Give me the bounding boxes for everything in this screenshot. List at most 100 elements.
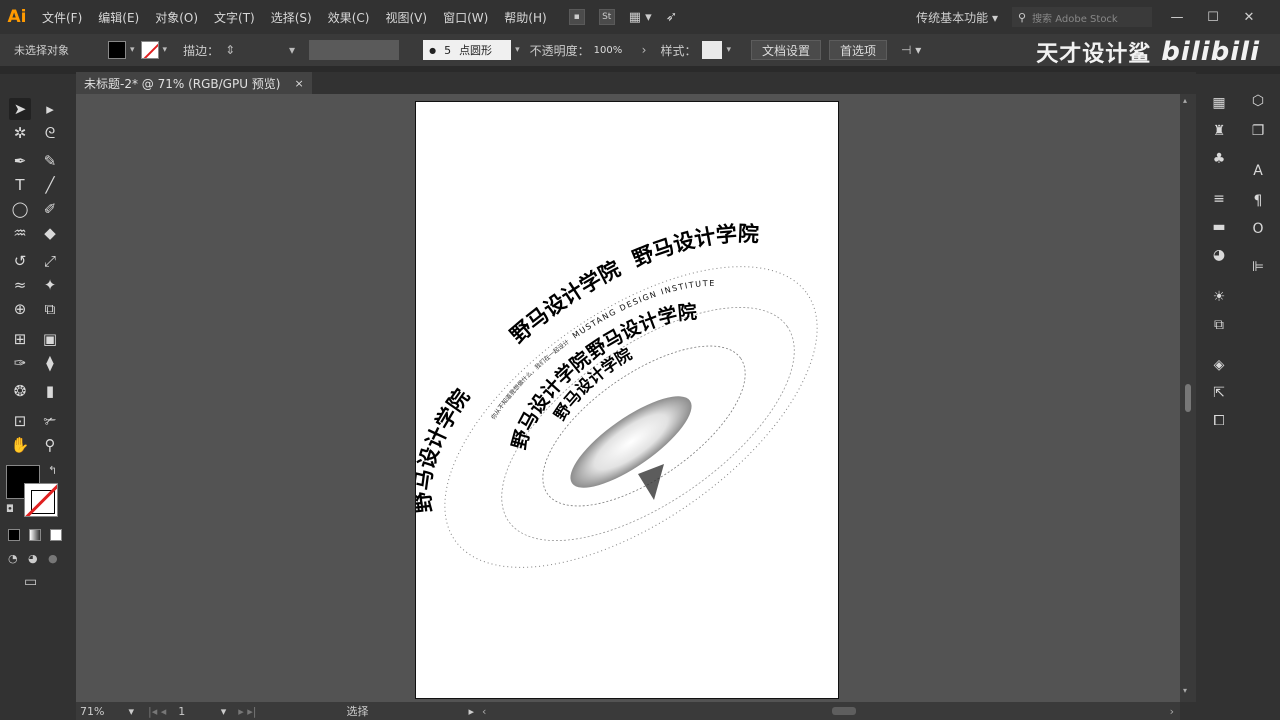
artboard[interactable]: 野马设计学院 野马设计学院 野马设计学院 你从不知道我想做什么，我们在一起设计 …: [416, 102, 838, 698]
gradient-icon[interactable]: ▣: [39, 328, 61, 350]
opentype-icon[interactable]: O: [1247, 218, 1269, 240]
stepper-icon[interactable]: ⇕: [225, 43, 235, 57]
graph-icon[interactable]: ▮: [39, 380, 61, 402]
graphic-style-swatch[interactable]: [702, 41, 723, 59]
eraser-icon[interactable]: ◆: [39, 222, 61, 244]
zoom-icon[interactable]: ⚲: [39, 434, 61, 456]
character-icon[interactable]: A: [1247, 160, 1269, 182]
line-icon[interactable]: ╱: [39, 174, 61, 196]
last-artboard-icon[interactable]: ▸ ▸|: [238, 705, 256, 718]
stroke-weight-field[interactable]: ⇕ ▾: [219, 40, 300, 60]
chevron-down-icon[interactable]: ▾: [221, 705, 227, 718]
stock-icon[interactable]: St: [598, 9, 615, 25]
artboard-icon[interactable]: ⊡: [9, 410, 31, 432]
align-panel-icon[interactable]: ⊫: [1247, 256, 1269, 278]
scroll-right-icon[interactable]: ›: [1170, 705, 1174, 718]
chevron-right-icon[interactable]: ›: [642, 43, 647, 57]
shaper-icon[interactable]: ♒: [9, 222, 31, 244]
none-mode-icon[interactable]: [50, 529, 62, 541]
magic-wand-icon[interactable]: ✲: [9, 122, 31, 144]
screen-mode-icon[interactable]: ▭: [24, 574, 37, 590]
bridge-icon[interactable]: ▪: [568, 9, 585, 25]
status-menu-icon[interactable]: ▸: [469, 705, 475, 718]
default-colors-icon[interactable]: ◘: [6, 504, 14, 515]
chevron-down-icon[interactable]: ▾: [289, 43, 295, 57]
scroll-up-icon[interactable]: ▴: [1183, 96, 1187, 105]
scroll-down-icon[interactable]: ▾: [1183, 686, 1187, 695]
color-mode-icon[interactable]: [8, 529, 20, 541]
chevron-down-icon[interactable]: ▾: [726, 45, 731, 55]
vertical-scroll-thumb[interactable]: [1185, 384, 1191, 412]
menu-edit[interactable]: 编辑(E): [90, 9, 147, 26]
align-icon[interactable]: ⊣ ▾: [901, 43, 921, 57]
appearance-icon[interactable]: ☀: [1208, 286, 1230, 308]
puppet-warp-icon[interactable]: ✦: [39, 274, 61, 296]
arrange-documents-icon[interactable]: ▦ ▾: [629, 10, 652, 25]
width-icon[interactable]: ≈: [9, 274, 31, 296]
workspace-switcher[interactable]: 传统基本功能 ▾: [916, 9, 998, 26]
fill-swatch[interactable]: [108, 41, 126, 59]
shape-builder-icon[interactable]: ⊕: [9, 298, 31, 320]
libraries-icon[interactable]: ▦: [1208, 92, 1230, 114]
draw-inside-icon[interactable]: ●: [48, 552, 58, 565]
gpu-performance-icon[interactable]: ➶: [666, 9, 678, 25]
scale-icon[interactable]: ⤢: [39, 250, 61, 272]
stroke-color-swatch[interactable]: [24, 483, 58, 517]
symbols-icon[interactable]: ♣: [1208, 148, 1230, 170]
blend-icon[interactable]: ⧫: [39, 352, 61, 374]
transparency-icon[interactable]: ◕: [1208, 244, 1230, 266]
chevron-down-icon[interactable]: ▾: [130, 45, 135, 55]
chevron-down-icon[interactable]: ▾: [128, 705, 134, 718]
minimize-button[interactable]: —: [1166, 10, 1188, 25]
document-tab[interactable]: 未标题-2* @ 71% (RGB/GPU 预览) ×: [76, 72, 312, 94]
pen-icon[interactable]: ✒: [9, 150, 31, 172]
vertical-scrollbar[interactable]: ▴ ▾: [1180, 94, 1196, 702]
stock-search[interactable]: ⚲ 搜索 Adobe Stock: [1012, 7, 1152, 27]
gradient-panel-icon[interactable]: ▬: [1208, 216, 1230, 238]
stroke-swatch[interactable]: [140, 41, 159, 59]
menu-select[interactable]: 选择(S): [263, 9, 320, 26]
rotate-icon[interactable]: ↺: [9, 250, 31, 272]
document-setup-button[interactable]: 文档设置: [750, 40, 821, 60]
symbol-sprayer-icon[interactable]: ❂: [9, 380, 31, 402]
draw-behind-icon[interactable]: ◕: [28, 552, 38, 565]
paragraph-icon[interactable]: ¶: [1247, 190, 1269, 212]
eyedropper-icon[interactable]: ✑: [9, 352, 31, 374]
export-icon[interactable]: ⇱: [1208, 382, 1230, 404]
chevron-down-icon[interactable]: ▾: [163, 45, 168, 55]
lasso-icon[interactable]: ᘓ: [39, 122, 61, 144]
horizontal-scroll-thumb[interactable]: [832, 707, 856, 715]
perspective-icon[interactable]: ⧉: [39, 298, 61, 320]
swap-colors-icon[interactable]: ↰: [48, 464, 57, 477]
menu-type[interactable]: 文字(T): [206, 9, 263, 26]
slice-icon[interactable]: ✃: [39, 410, 61, 432]
maximize-button[interactable]: ☐: [1202, 10, 1224, 25]
ellipse-icon[interactable]: ◯: [9, 198, 31, 220]
zoom-field[interactable]: 71% ▾: [76, 705, 140, 718]
menu-help[interactable]: 帮助(H): [496, 9, 554, 26]
brush-definition-field[interactable]: ● 5 点圆形: [423, 40, 512, 60]
type-icon[interactable]: T: [9, 174, 31, 196]
paintbrush-icon[interactable]: ✐: [39, 198, 61, 220]
menu-window[interactable]: 窗口(W): [435, 9, 496, 26]
artboard-number-field[interactable]: 1 ▾: [174, 705, 230, 718]
variable-width-profile[interactable]: [309, 40, 400, 60]
artboards-icon[interactable]: ⧠: [1208, 410, 1230, 432]
preferences-button[interactable]: 首选项: [829, 40, 888, 60]
direct-select-icon[interactable]: ▸: [39, 98, 61, 120]
menu-view[interactable]: 视图(V): [377, 9, 435, 26]
brushes-icon[interactable]: ♜: [1208, 120, 1230, 142]
pages-icon[interactable]: ❐: [1247, 120, 1269, 142]
select-arrow-icon[interactable]: ➤: [9, 98, 31, 120]
chevron-down-icon[interactable]: ▾: [515, 45, 520, 55]
canvas-area[interactable]: 野马设计学院 野马设计学院 野马设计学院 你从不知道我想做什么，我们在一起设计 …: [76, 94, 1180, 702]
properties-icon[interactable]: ⬡: [1247, 90, 1269, 112]
scroll-left-icon[interactable]: ‹: [482, 705, 486, 718]
menu-file[interactable]: 文件(F): [34, 9, 90, 26]
menu-object[interactable]: 对象(O): [147, 9, 206, 26]
menu-effect[interactable]: 效果(C): [320, 9, 378, 26]
opacity-field[interactable]: 100%: [589, 44, 638, 56]
close-icon[interactable]: ×: [295, 77, 304, 90]
curvature-icon[interactable]: ✎: [39, 150, 61, 172]
hand-icon[interactable]: ✋: [9, 434, 31, 456]
